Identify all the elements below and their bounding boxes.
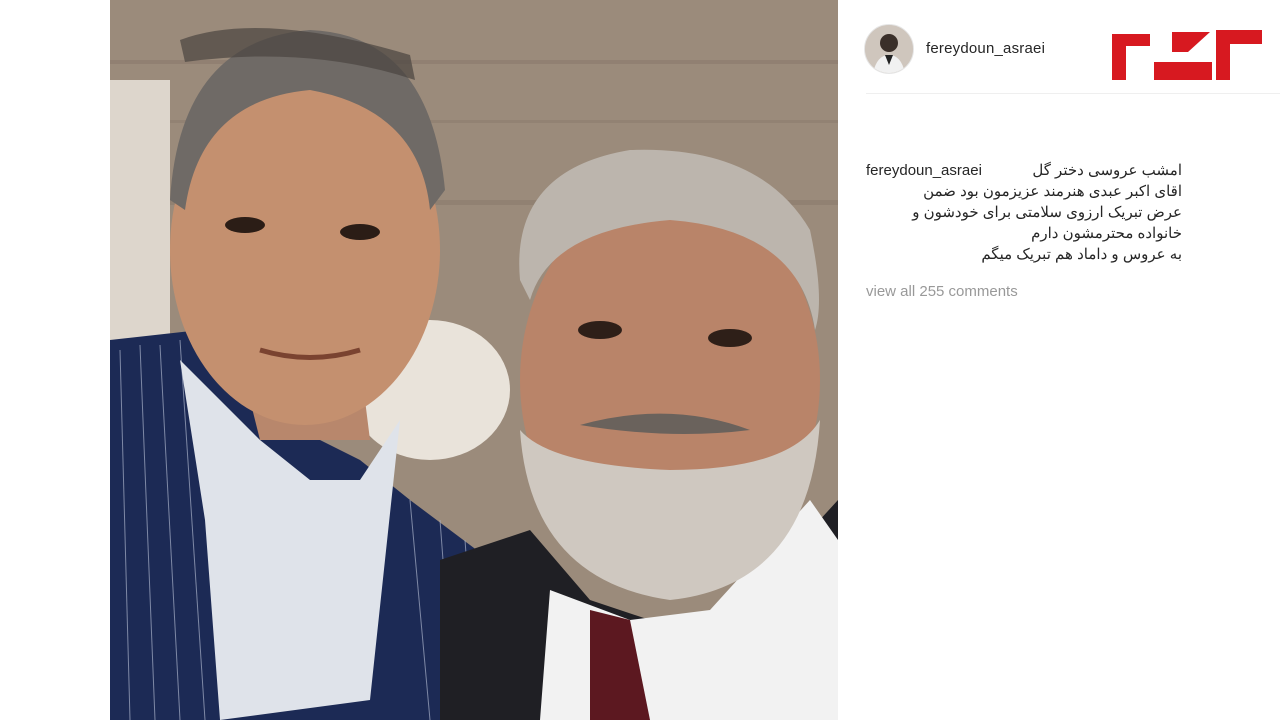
caption-line: خانواده محترمشون دارم: [1031, 225, 1182, 242]
avatar[interactable]: [864, 24, 914, 74]
username-link[interactable]: fereydoun_asraei: [926, 40, 1045, 57]
caption-line: امشب عروسی دختر گل: [1032, 162, 1182, 179]
caption-username[interactable]: fereydoun_asraei: [866, 160, 982, 181]
selfie-image: [110, 0, 838, 720]
rokna-logo-icon: [1112, 30, 1262, 80]
post-photo[interactable]: [110, 0, 838, 720]
header-divider: [866, 93, 1280, 94]
caption-line: عرض تبریک ارزوی سلامتی برای خودشون و: [912, 204, 1182, 221]
post-caption: fereydoun_asraei امشب عروسی دختر گل اقای…: [866, 160, 1182, 265]
post-sidebar: fereydoun_asraei fereydoun_asraei امشب ع…: [838, 0, 1280, 720]
post-header: fereydoun_asraei: [838, 0, 1280, 94]
left-gutter: [0, 0, 110, 720]
caption-line: به عروس و داماد هم تبریک میگم: [981, 246, 1182, 263]
profile-avatar-icon: [865, 25, 913, 73]
view-comments-link[interactable]: view all 255 comments: [866, 283, 1018, 300]
caption-line: اقای اکبر عبدی هنرمند عزیزمون بود ضمن: [923, 183, 1182, 200]
